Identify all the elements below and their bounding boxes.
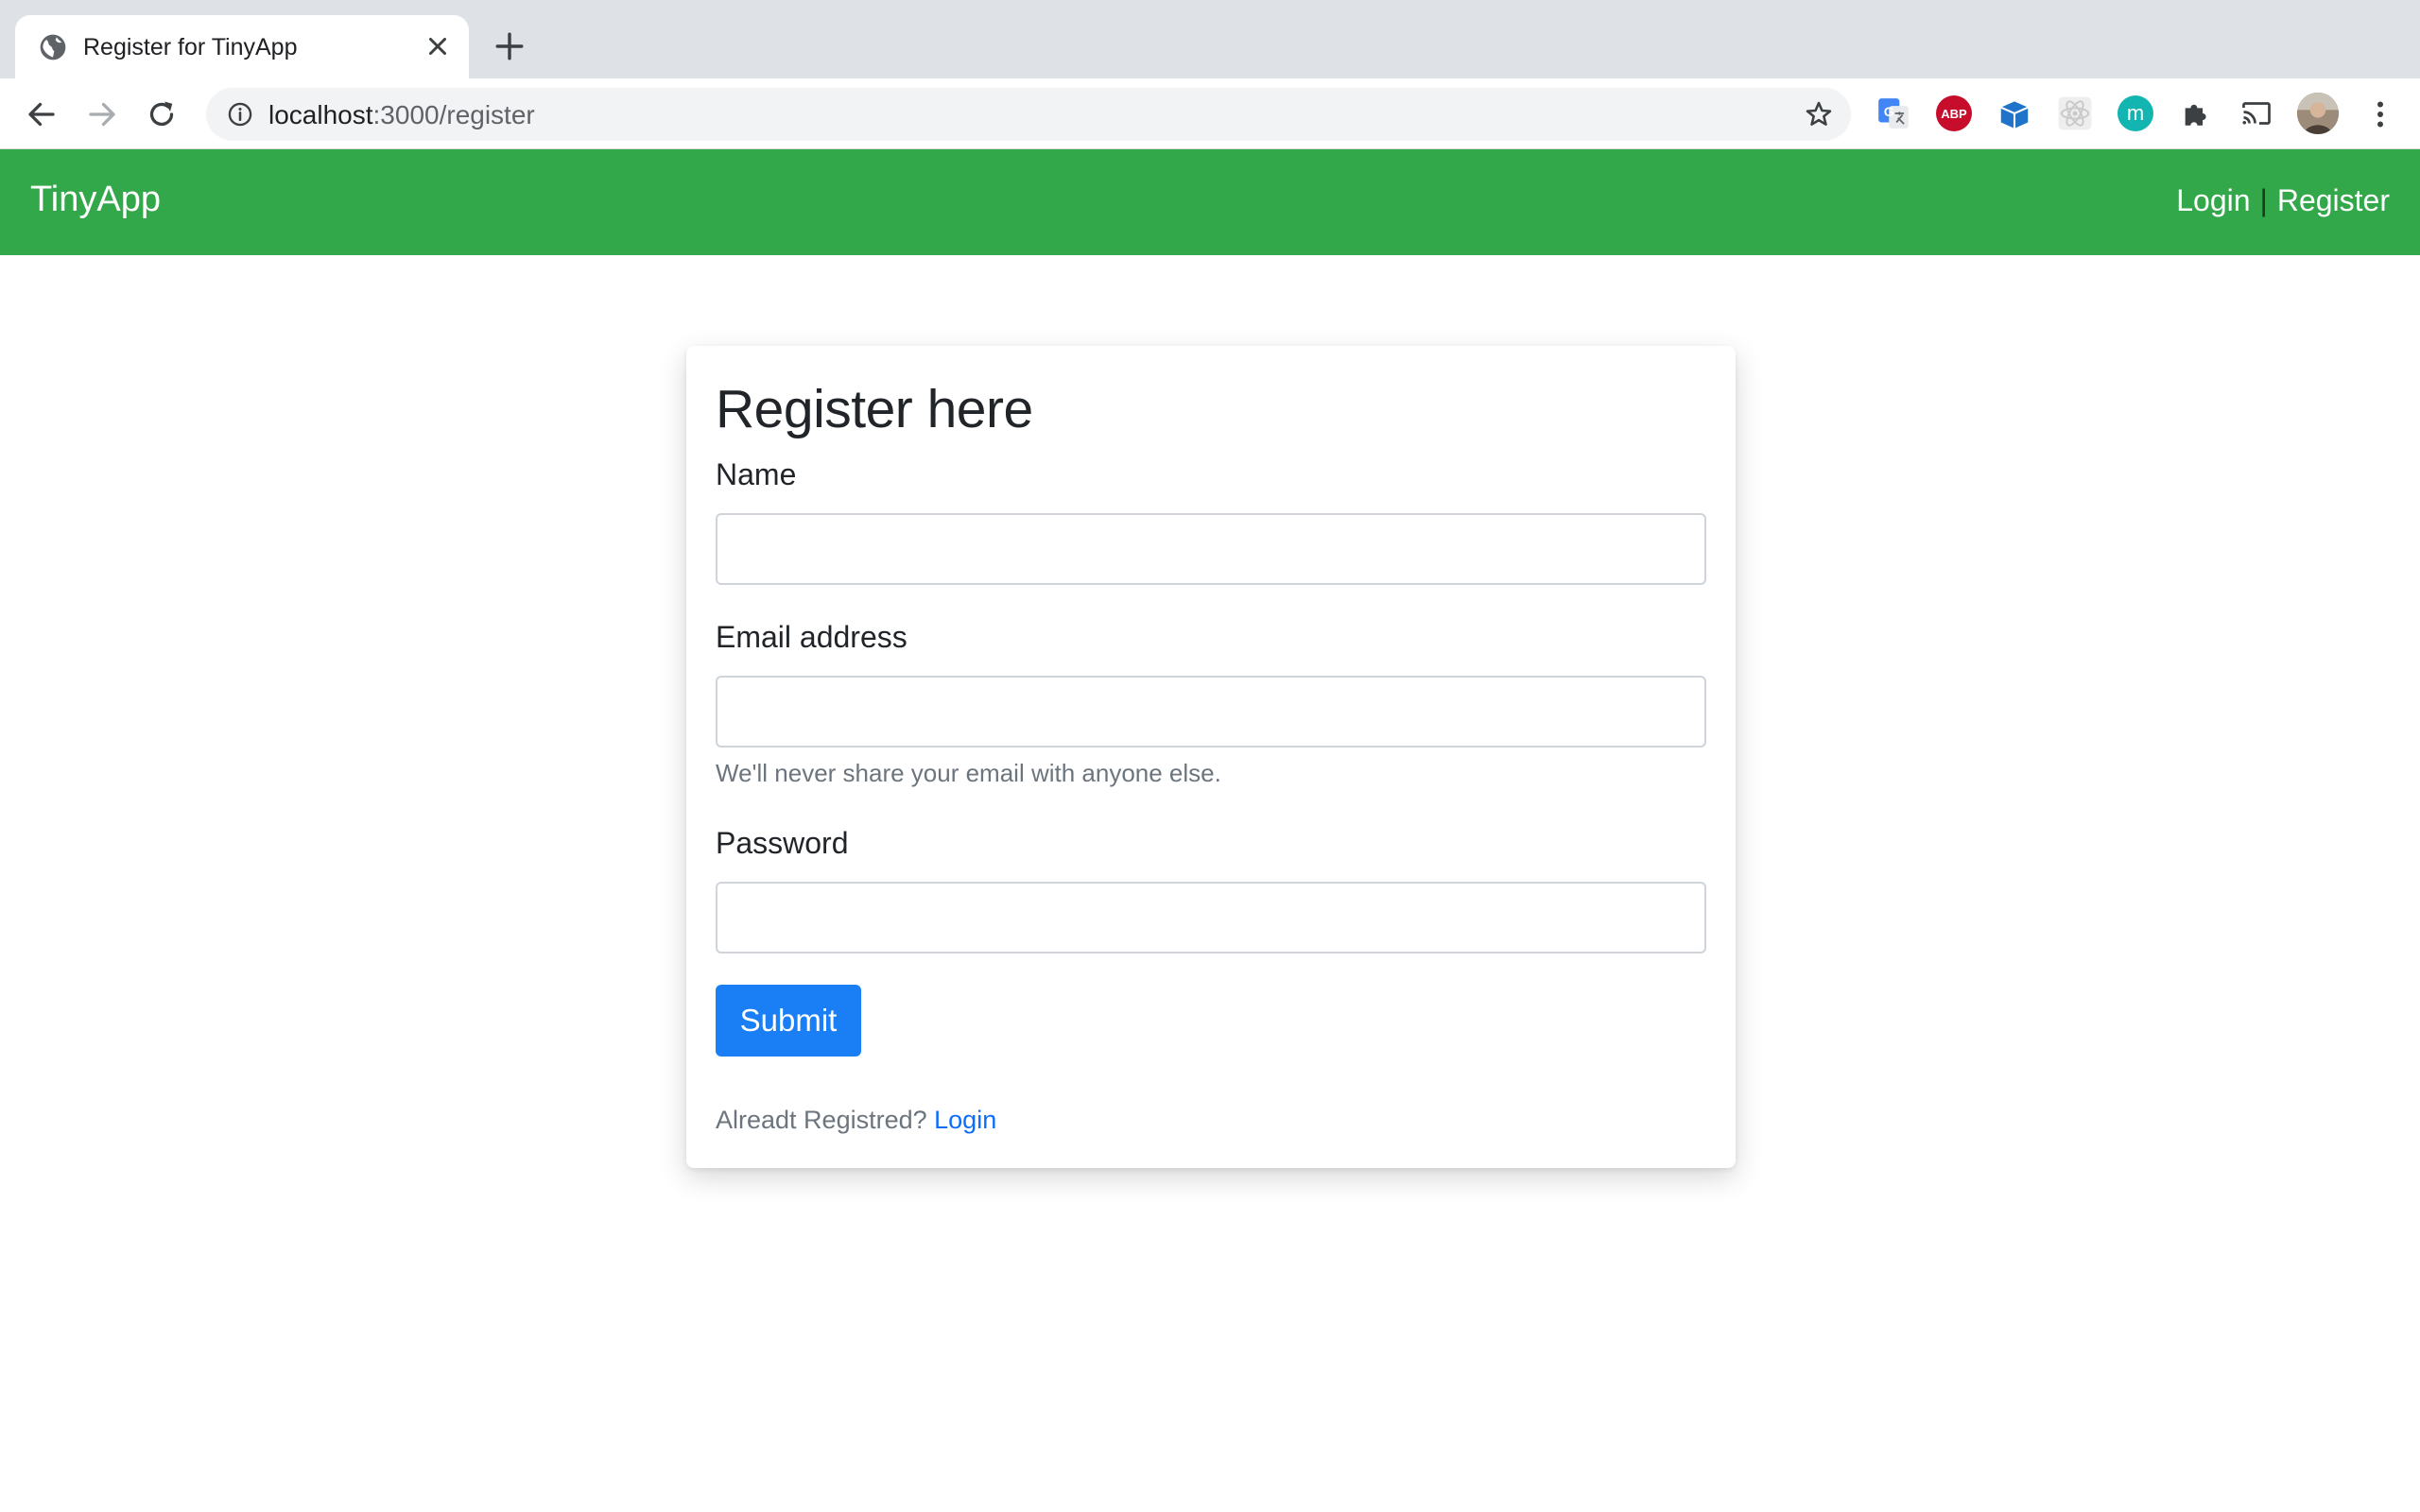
browser-tab-strip: Register for TinyApp [0,0,2420,78]
kebab-menu-icon[interactable] [2363,97,2397,131]
nav-links: Login | Register [2176,183,2390,218]
page-title: Register here [716,379,1033,439]
email-help-text: We'll never share your email with anyone… [716,759,1221,787]
password-input[interactable] [716,882,1706,954]
bookmark-star-icon[interactable] [1804,99,1834,129]
nav-register-link[interactable]: Register [2277,183,2390,217]
reload-icon[interactable] [145,97,179,131]
extension-box-icon[interactable] [1996,95,2032,131]
name-input[interactable] [716,513,1706,585]
svg-text:G: G [1884,105,1894,120]
new-tab-plus-icon[interactable] [493,30,526,62]
address-bar[interactable]: localhost:3000/register [206,88,1851,141]
nav-login-link[interactable]: Login [2176,183,2250,217]
url-path: :3000/register [372,100,535,129]
back-arrow-icon[interactable] [25,97,59,131]
forward-arrow-icon[interactable] [85,97,119,131]
info-icon[interactable] [227,101,253,128]
globe-icon [40,34,66,60]
already-registered-text: Alreadt Registred? Login [716,1106,996,1135]
register-card: Register here Name Email address We'll n… [686,346,1736,1168]
abp-label: ABP [1941,106,1967,121]
m-extension-icon[interactable]: m [2118,95,2153,131]
adblock-plus-icon[interactable]: ABP [1936,95,1972,131]
brand-logo-text[interactable]: TinyApp [30,180,161,220]
password-label: Password [716,826,849,860]
footer-prompt: Alreadt Registred? [716,1106,927,1134]
submit-button[interactable]: Submit [716,985,861,1057]
browser-tab[interactable]: Register for TinyApp [15,15,469,78]
puzzle-extensions-icon[interactable] [2178,95,2214,131]
name-label: Name [716,457,797,491]
address-url[interactable]: localhost:3000/register [268,100,535,130]
tab-title: Register for TinyApp [83,34,298,60]
react-devtools-icon[interactable] [2057,95,2093,131]
email-label: Email address [716,620,908,654]
google-translate-icon[interactable]: G [1876,95,1911,131]
close-icon[interactable] [424,32,452,60]
email-input[interactable] [716,676,1706,747]
cast-icon[interactable] [2238,95,2274,131]
nav-separator: | [2259,183,2268,217]
m-label: m [2126,101,2145,125]
footer-login-link[interactable]: Login [934,1106,996,1134]
app-navbar: TinyApp Login | Register [0,149,2420,255]
url-host: localhost [268,100,373,129]
browser-toolbar: localhost:3000/register G ABP m [0,78,2420,149]
profile-avatar[interactable] [2297,93,2339,134]
